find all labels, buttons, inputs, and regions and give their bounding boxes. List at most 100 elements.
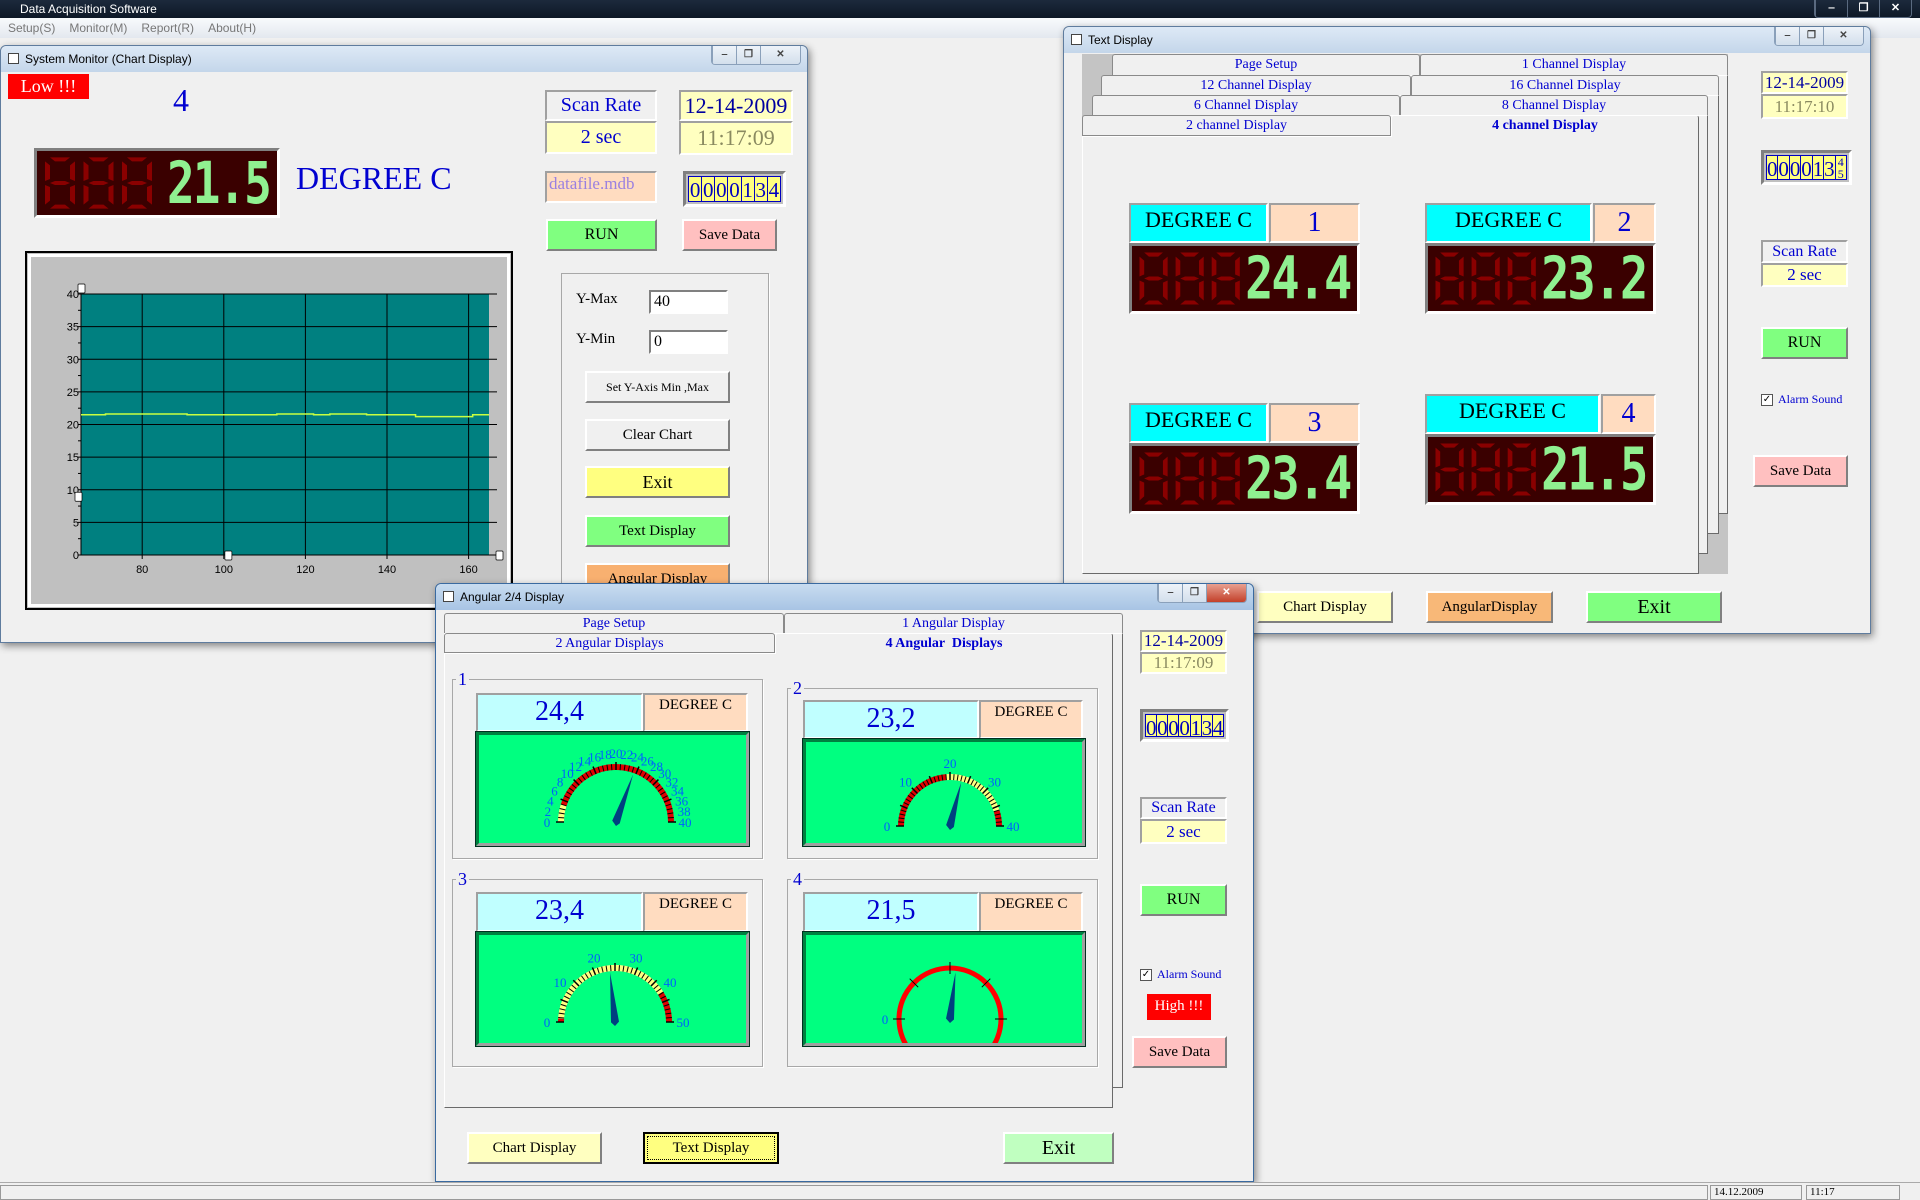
- led-segment: [1235, 256, 1240, 277]
- y-min-input[interactable]: [649, 330, 728, 354]
- run-button[interactable]: RUN: [1140, 884, 1227, 916]
- chart-window-title-bar[interactable]: System Monitor (Chart Display): [1, 46, 807, 72]
- cursor-handle: [77, 283, 86, 294]
- led-segment: [1144, 300, 1163, 305]
- close-button[interactable]: ✕: [760, 46, 800, 64]
- scan-rate-label: Scan Rate: [1140, 797, 1227, 819]
- alarm-sound-checkbox[interactable]: ✓ Alarm Sound: [1140, 967, 1221, 982]
- tab-6-channel[interactable]: 6 Channel Display: [1092, 95, 1400, 115]
- tab-2-angular[interactable]: 2 Angular Displays: [444, 633, 775, 653]
- exit-button[interactable]: Exit: [585, 466, 730, 498]
- minimize-button[interactable]: ‒: [1775, 27, 1799, 45]
- led-digit-unlit: [1139, 252, 1168, 305]
- gauge-svg: 0 10 20 30 40: [884, 756, 1020, 834]
- led-segment: [1180, 476, 1200, 481]
- led-segment: [1180, 452, 1200, 457]
- gauge-4-unit: DEGREE C: [979, 892, 1083, 932]
- tab-16-channel[interactable]: 16 Channel Display: [1411, 75, 1719, 95]
- gauge-2-unit: DEGREE C: [979, 700, 1083, 739]
- tab-1-angular[interactable]: 1 Angular Display: [784, 613, 1123, 633]
- led-segment: [1435, 280, 1441, 301]
- chart-display-window: System Monitor (Chart Display) ‒ ❐ ✕ Low !…: [0, 45, 808, 653]
- led-segment: [1531, 471, 1536, 492]
- angular-display-button[interactable]: AngularDisplay: [1426, 591, 1553, 623]
- run-button[interactable]: RUN: [1761, 327, 1848, 359]
- led-segment: [1512, 276, 1532, 281]
- gauge-needle: [946, 782, 962, 830]
- close-button[interactable]: ✕: [1823, 27, 1863, 45]
- run-button[interactable]: RUN: [546, 219, 657, 251]
- menu-setup[interactable]: Setup(S): [8, 21, 55, 35]
- tab-8-channel[interactable]: 8 Channel Display: [1400, 95, 1708, 115]
- minimize-button[interactable]: ‒: [1158, 584, 1182, 602]
- close-button[interactable]: ✕: [1206, 584, 1246, 602]
- gauge-scale-label: 40: [664, 975, 677, 990]
- save-data-button[interactable]: Save Data: [1753, 455, 1848, 487]
- counter-digit: 1: [1189, 715, 1201, 736]
- window-controls: ‒ ❐ ✕: [1157, 584, 1247, 603]
- counter-digit: 0: [1767, 156, 1778, 179]
- tab-12-channel[interactable]: 12 Channel Display: [1101, 75, 1411, 95]
- tab-page-setup[interactable]: Page Setup: [1112, 54, 1420, 75]
- maximize-button[interactable]: ❐: [1182, 584, 1206, 602]
- led-segment: [1211, 480, 1217, 501]
- tab-1-channel[interactable]: 1 Channel Display: [1420, 54, 1728, 75]
- gauge-needle: [610, 972, 619, 1026]
- led-segment: [1180, 300, 1200, 305]
- menu-monitor[interactable]: Monitor(M): [69, 21, 127, 35]
- channel-4-led: 21.5: [1425, 434, 1656, 505]
- save-data-button[interactable]: Save Data: [1132, 1036, 1227, 1068]
- text-display-button[interactable]: Text Display: [585, 515, 730, 547]
- text-display-button[interactable]: Text Display: [643, 1132, 779, 1164]
- led-segment: [1175, 456, 1181, 477]
- text-window-title-bar[interactable]: Text Display: [1064, 27, 1870, 53]
- set-y-axis-button[interactable]: Set Y-Axis Min ,Max: [585, 371, 730, 403]
- led-segment: [1495, 256, 1500, 277]
- cursor-handle: [495, 550, 504, 561]
- chart-display-button[interactable]: Chart Display: [467, 1132, 602, 1164]
- app-close-button[interactable]: ✕: [1879, 0, 1911, 17]
- led-segment: [1180, 252, 1200, 257]
- exit-button[interactable]: Exit: [1003, 1132, 1114, 1164]
- channel-4-number: 4: [1601, 394, 1656, 434]
- maximize-button[interactable]: ❐: [1799, 27, 1823, 45]
- gauge-scale-label: 0: [544, 1015, 551, 1030]
- checkbox-checked-icon[interactable]: ✓: [1140, 968, 1152, 981]
- counter-digit: 0: [1156, 715, 1168, 736]
- tab-4-angular[interactable]: 4 Angular Displays: [775, 633, 1113, 654]
- y-tick-label: 40: [67, 289, 79, 301]
- app-minimize-button[interactable]: ‒: [1815, 0, 1847, 17]
- angular-window-title-bar[interactable]: Angular 2/4 Display: [436, 584, 1253, 610]
- app-restore-button[interactable]: ❐: [1847, 0, 1879, 17]
- led-segment: [1211, 256, 1217, 277]
- scan-rate-value: 2 sec: [545, 121, 657, 154]
- minimize-button[interactable]: ‒: [712, 46, 736, 64]
- led-segment: [50, 204, 70, 209]
- gauge-svg: 0246810121416182022242628303234363840: [544, 746, 692, 830]
- led-digit-unlit: [1211, 252, 1240, 305]
- tab-4-channel[interactable]: 4 channel Display: [1391, 115, 1699, 137]
- led-segment: [1144, 276, 1163, 281]
- led-digit-unlit: [1435, 252, 1464, 305]
- exit-button[interactable]: Exit: [1586, 591, 1722, 623]
- checkbox-checked-icon[interactable]: ✓: [1761, 393, 1773, 406]
- chart-display-button[interactable]: Chart Display: [1257, 591, 1393, 623]
- tab-2-channel[interactable]: 2 channel Display: [1082, 115, 1391, 136]
- channel-1-unit: DEGREE C: [1129, 203, 1268, 243]
- save-data-button[interactable]: Save Data: [682, 219, 777, 251]
- y-tick-label: 25: [67, 387, 79, 399]
- maximize-button[interactable]: ❐: [736, 46, 760, 64]
- sample-counter: 0000134: [683, 171, 786, 207]
- counter-digit: 45: [1834, 156, 1846, 179]
- led-segment: [1440, 300, 1459, 305]
- led-segment: [1476, 300, 1496, 305]
- y-max-input[interactable]: [649, 290, 728, 314]
- status-panel: [0, 1185, 1708, 1200]
- menu-report[interactable]: Report(R): [141, 21, 194, 35]
- menu-about[interactable]: About(H): [208, 21, 256, 35]
- tab-page-setup[interactable]: Page Setup: [444, 613, 784, 633]
- gauge-1-dial: 0 2 4 6 8 10 12 14 16 18 20 22 24 26 28 30 32 34 36 38 40: [475, 731, 750, 847]
- clear-chart-button[interactable]: Clear Chart: [585, 419, 730, 451]
- alarm-sound-checkbox[interactable]: ✓ Alarm Sound: [1761, 392, 1842, 407]
- led-segment: [1162, 280, 1168, 301]
